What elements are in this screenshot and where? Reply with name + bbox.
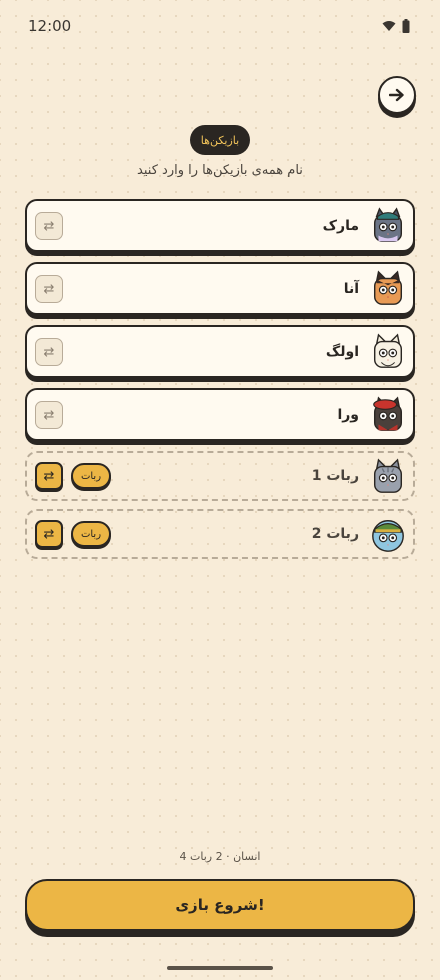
cat-avatar-icon: [373, 333, 403, 368]
cat-avatar-icon: [373, 270, 403, 305]
player-row[interactable]: اولگ ⇄: [25, 325, 415, 378]
cat-avatar-icon: [373, 458, 403, 493]
cat-avatar-icon: [372, 520, 404, 552]
player-row[interactable]: مارک ⇄: [25, 199, 415, 252]
swap-icon: ⇄: [43, 218, 55, 234]
player-name[interactable]: ورا: [337, 390, 359, 439]
swap-icon: ⇄: [43, 281, 55, 297]
player-row[interactable]: آنا ⇄: [25, 262, 415, 315]
swap-type-button[interactable]: ⇄: [35, 520, 63, 548]
player-count-summary: 4 انسان · 2 ربات: [179, 850, 261, 863]
swap-icon: ⇄: [43, 344, 55, 360]
swap-type-button[interactable]: ⇄: [35, 212, 63, 240]
status-bar: 12:00: [0, 0, 440, 52]
cat-avatar-icon: [373, 207, 403, 242]
status-time: 12:00: [28, 17, 72, 35]
bot-badge: ربات: [71, 463, 111, 489]
wifi-icon: [382, 21, 396, 31]
swap-type-button[interactable]: ⇄: [35, 462, 63, 490]
swap-type-button[interactable]: ⇄: [35, 275, 63, 303]
player-name[interactable]: مارک: [323, 201, 359, 250]
cat-avatar-icon: [373, 396, 403, 431]
bot-row[interactable]: ربات 1 ⇄ ربات: [25, 451, 415, 501]
swap-icon: ⇄: [43, 526, 55, 542]
player-name[interactable]: اولگ: [326, 327, 359, 376]
battery-icon: [402, 19, 410, 33]
swap-icon: ⇄: [43, 407, 55, 423]
bot-row[interactable]: ربات 2 ⇄ ربات: [25, 509, 415, 559]
player-name[interactable]: آنا: [344, 264, 359, 313]
section-badge: بازیکن‌ها: [190, 125, 250, 155]
arrow-right-icon: [389, 88, 404, 102]
back-button[interactable]: [378, 76, 416, 114]
status-icons: [382, 19, 410, 33]
bot-name[interactable]: ربات 2: [312, 511, 359, 557]
swap-type-button[interactable]: ⇄: [35, 338, 63, 366]
player-row[interactable]: ورا ⇄: [25, 388, 415, 441]
home-indicator[interactable]: [167, 966, 273, 970]
bot-name[interactable]: ربات 1: [312, 453, 359, 499]
page-subtitle: نام همه‌ی بازیکن‌ها را وارد کنید: [137, 163, 303, 178]
swap-type-button[interactable]: ⇄: [35, 401, 63, 429]
swap-icon: ⇄: [43, 468, 55, 484]
start-game-button[interactable]: شروع بازی!: [25, 879, 415, 931]
bot-badge: ربات: [71, 521, 111, 547]
